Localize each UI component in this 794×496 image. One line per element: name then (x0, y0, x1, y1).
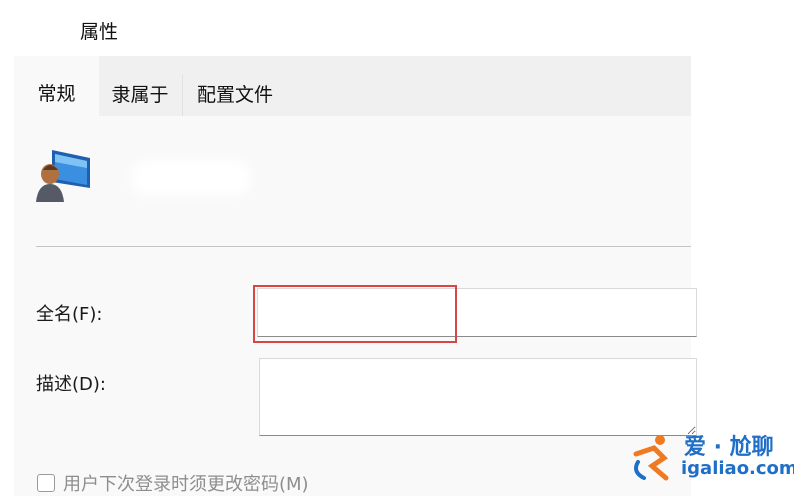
watermark-url: igaliao.com (681, 458, 794, 479)
watermark-title: 爱 · 尬聊 (684, 435, 774, 460)
tab-general[interactable]: 常规 (14, 56, 99, 116)
tab-bar: 常规 隶属于 配置文件 (14, 56, 691, 116)
highlight-box (253, 285, 457, 343)
username-redacted (132, 160, 250, 196)
fullname-label: 全名(F): (36, 304, 103, 325)
user-computer-icon (36, 150, 90, 202)
tab-profile[interactable]: 配置文件 (182, 75, 287, 116)
divider (36, 246, 691, 247)
description-label: 描述(D): (36, 374, 106, 395)
tab-member-of[interactable]: 隶属于 (99, 75, 181, 116)
window-title: 属性 (80, 21, 119, 43)
watermark-logo-icon (633, 435, 669, 481)
description-input[interactable] (259, 358, 697, 436)
change-password-checkbox[interactable] (37, 474, 55, 492)
change-password-label: 用户下次登录时须更改密码(M) (63, 474, 309, 495)
